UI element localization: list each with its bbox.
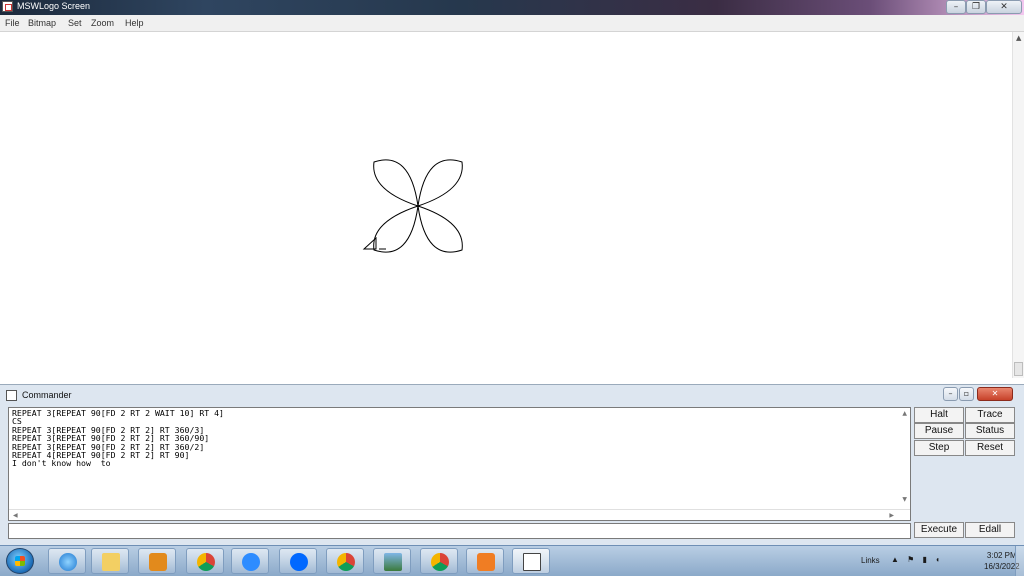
- taskbar-chrome[interactable]: [186, 548, 224, 574]
- history-horizontal-scrollbar[interactable]: ◀ ▶: [9, 509, 910, 520]
- taskbar-chrome-profile-2[interactable]: [420, 548, 458, 574]
- petal-lower-left: [373, 205, 419, 253]
- taskbar-mswlogo[interactable]: [512, 548, 550, 574]
- commander-title: Commander: [22, 390, 72, 400]
- internet-explorer-icon: [59, 553, 77, 571]
- taskbar-internet-explorer[interactable]: [48, 548, 86, 574]
- commander-close-button[interactable]: ✕: [977, 387, 1013, 401]
- petal-upper-left: [373, 159, 419, 207]
- system-tray: Links ▲ ⚑ ▮ ◖ 3:02 PM 16/3/2022: [834, 546, 1024, 576]
- menu-zoom[interactable]: Zoom: [91, 18, 114, 28]
- start-button[interactable]: [6, 548, 34, 574]
- turtle-drawing: [362, 159, 463, 253]
- history-line: I don't know how to: [12, 458, 111, 469]
- commander-title-bar: Commander – ▫ ✕: [3, 387, 1021, 405]
- media-player-icon: [149, 553, 167, 571]
- menu-bar: File Bitmap Set Zoom Help: [0, 15, 1024, 32]
- taskbar: Links ▲ ⚑ ▮ ◖ 3:02 PM 16/3/2022: [0, 545, 1024, 576]
- window-title: MSWLogo Screen: [17, 1, 91, 11]
- maximize-button[interactable]: ❐: [966, 0, 986, 14]
- menu-help[interactable]: Help: [125, 18, 144, 28]
- status-button[interactable]: Status: [965, 423, 1015, 439]
- commander-maximize-button[interactable]: ▫: [959, 387, 974, 401]
- show-desktop-button[interactable]: [1015, 546, 1024, 576]
- chrome-icon: [197, 553, 215, 571]
- taskbar-chrome-profile[interactable]: [326, 548, 364, 574]
- mswlogo-app-icon: [2, 1, 13, 12]
- taskbar-media-player[interactable]: [138, 548, 176, 574]
- taskbar-pdf-reader[interactable]: [466, 548, 504, 574]
- chrome-profile-icon: [337, 553, 355, 571]
- scroll-up-arrow-icon[interactable]: ▲: [1016, 34, 1021, 42]
- tray-icons[interactable]: ▲ ⚑ ▮ ◖: [891, 555, 943, 564]
- zoom-icon: [242, 553, 260, 571]
- petal-upper-right: [417, 159, 463, 207]
- links-toolbar[interactable]: Links: [861, 556, 880, 565]
- trace-button[interactable]: Trace: [965, 407, 1015, 423]
- command-history-box[interactable]: REPEAT 3[REPEAT 90[FD 2 RT 2 WAIT 10] RT…: [8, 407, 911, 521]
- chrome-profile-2-icon: [431, 553, 449, 571]
- reset-button[interactable]: Reset: [965, 440, 1015, 456]
- taskbar-photos[interactable]: [373, 548, 411, 574]
- execute-button[interactable]: Execute: [914, 522, 964, 538]
- step-button[interactable]: Step: [914, 440, 964, 456]
- halt-button[interactable]: Halt: [914, 407, 964, 423]
- history-scroll-right-icon[interactable]: ▶: [889, 512, 894, 519]
- canvas-vertical-scrollbar[interactable]: ▲: [1012, 32, 1024, 378]
- history-line: REPEAT 3[REPEAT 90[FD 2 RT 2 WAIT 10] RT…: [12, 408, 224, 418]
- petal-lower-right: [417, 205, 463, 253]
- commander-icon: [6, 390, 17, 401]
- title-bar: MSWLogo Screen – ❐ ✕: [0, 0, 1024, 15]
- logo-canvas[interactable]: [0, 32, 1012, 384]
- history-scroll-down-icon[interactable]: ▼: [902, 496, 907, 503]
- folder-icon: [102, 553, 120, 571]
- commander-window: Commander – ▫ ✕ REPEAT 3[REPEAT 90[FD 2 …: [0, 384, 1024, 545]
- taskbar-zalo[interactable]: [279, 548, 317, 574]
- commander-minimize-button[interactable]: –: [943, 387, 958, 401]
- edall-button[interactable]: Edall: [965, 522, 1015, 538]
- command-input[interactable]: [8, 523, 911, 539]
- command-history-text: REPEAT 3[REPEAT 90[FD 2 RT 2 WAIT 10] RT…: [12, 409, 224, 468]
- mswlogo-icon: [523, 553, 541, 571]
- zalo-icon: [290, 553, 308, 571]
- taskbar-zoom[interactable]: [231, 548, 269, 574]
- menu-bitmap[interactable]: Bitmap: [28, 18, 56, 28]
- minimize-button[interactable]: –: [946, 0, 966, 14]
- history-scroll-up-icon[interactable]: ▲: [902, 410, 907, 417]
- scrollbar-thumb[interactable]: [1014, 362, 1023, 376]
- close-button[interactable]: ✕: [986, 0, 1022, 14]
- pdf-icon: [477, 553, 495, 571]
- pause-button[interactable]: Pause: [914, 423, 964, 439]
- menu-set[interactable]: Set: [68, 18, 82, 28]
- history-scroll-left-icon[interactable]: ◀: [13, 512, 18, 519]
- taskbar-file-explorer[interactable]: [91, 548, 129, 574]
- menu-file[interactable]: File: [5, 18, 20, 28]
- photos-icon: [384, 553, 402, 571]
